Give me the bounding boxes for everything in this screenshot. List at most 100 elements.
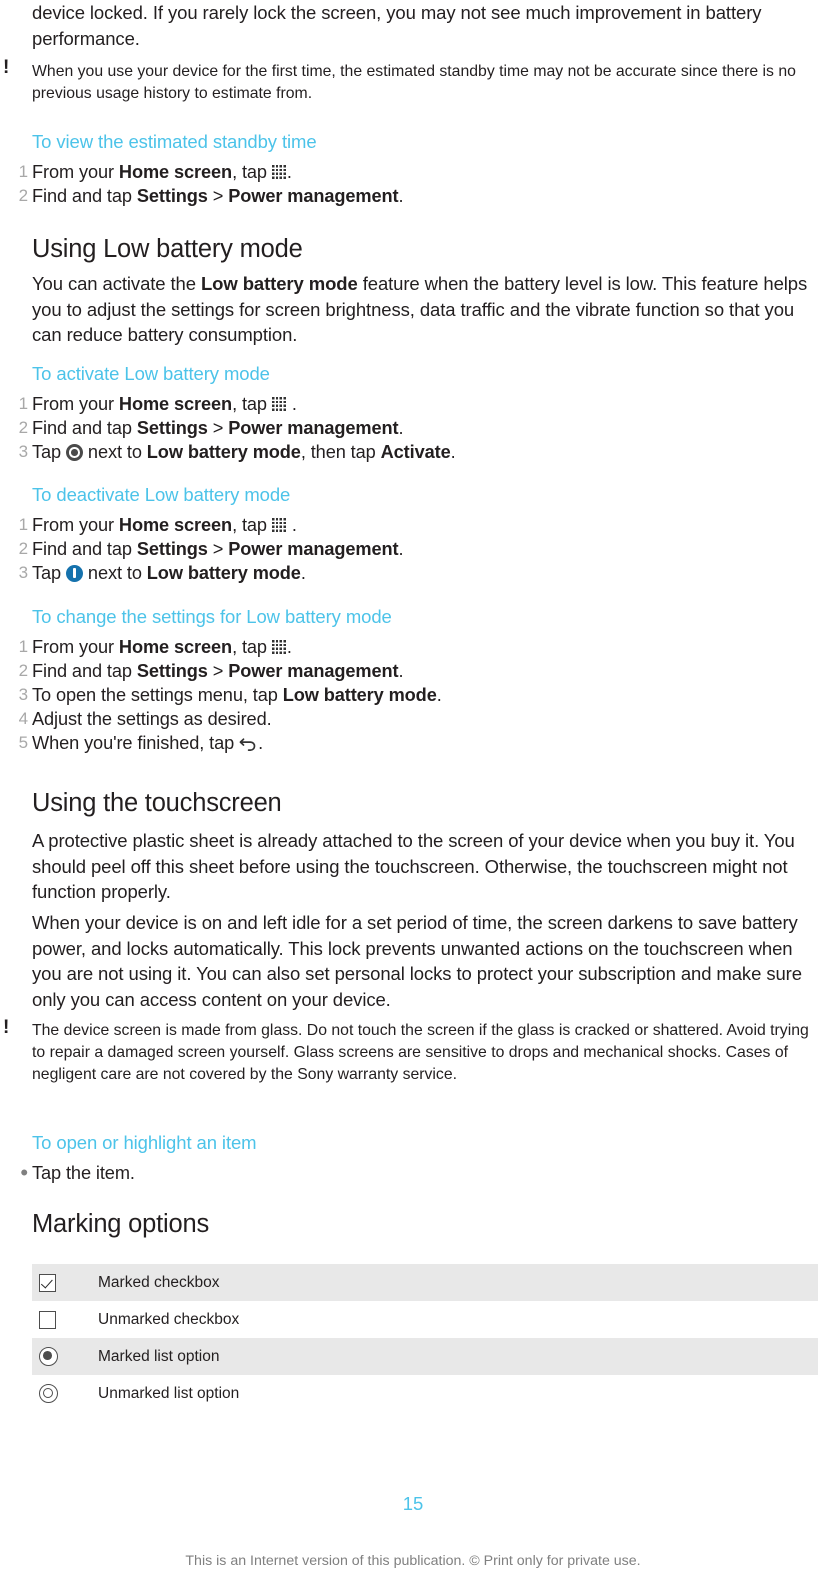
step-text: Find and tap [32, 186, 137, 206]
step-text: From your [32, 394, 119, 414]
table-cell-icon [32, 1273, 98, 1292]
step-emphasis: Settings [136, 418, 208, 438]
step-text: To open the settings menu, tap [32, 685, 283, 705]
procedure-step: 2 Find and tap Settings > Power manageme… [19, 537, 818, 562]
step-emphasis-2: Power management [228, 418, 399, 438]
step-text-mid: > [207, 186, 229, 206]
procedure-step: 3 Tap next to Low battery mode. [19, 561, 818, 586]
step-text: Adjust the settings as desired. [32, 709, 272, 729]
step-text: When you're finished, tap [32, 733, 240, 753]
note-glass-warning: The device screen is made from glass. Do… [32, 1020, 816, 1086]
step-text-post: . [286, 162, 292, 182]
table-cell-icon [32, 1310, 98, 1329]
step-text-post: . [398, 661, 404, 681]
step-text-post: . [286, 515, 297, 535]
paragraph-text-pre: You can activate the [32, 273, 201, 294]
table-cell-icon [32, 1347, 98, 1366]
step-number: 1 [18, 394, 28, 413]
step-number: 4 [18, 709, 28, 728]
procedure-title-deactivate: To deactivate Low battery mode [32, 484, 291, 505]
step-emphasis-2: Power management [228, 186, 399, 206]
table-cell-label: Marked list option [98, 1348, 220, 1365]
step-emphasis: Home screen [118, 515, 233, 535]
footer-copyright-note: This is an Internet version of this publ… [185, 1553, 641, 1569]
step-text: From your [32, 637, 119, 657]
exclamation-icon-glyph: ! [3, 57, 10, 78]
procedure-title-view-standby: To view the estimated standby time [32, 131, 317, 152]
procedure-step: 2 Find and tap Settings > Power manageme… [19, 659, 818, 684]
step-emphasis: Settings [136, 539, 208, 559]
step-text-post: . [258, 733, 264, 753]
step-text: Tap [32, 563, 66, 583]
step-emphasis: Low battery mode [146, 442, 301, 462]
step-text-mid: , tap [232, 515, 272, 535]
procedure-step: 1 From your Home screen, tap . [19, 392, 818, 417]
procedure-step: • Tap the item. [20, 1161, 818, 1186]
step-text-post: . [398, 418, 404, 438]
step-emphasis: Settings [136, 186, 208, 206]
step-text-mid: next to [82, 563, 147, 583]
document-page: device locked. If you rarely lock the sc… [0, 0, 826, 1590]
note-standby-text: When you use your device for the first t… [32, 63, 796, 102]
step-text-mid: > [207, 539, 229, 559]
step-text-mid: > [207, 418, 229, 438]
radio-unmarked-icon [39, 1384, 58, 1403]
procedure-step: 5 When you're finished, tap . [19, 731, 818, 756]
step-number: 2 [18, 186, 28, 205]
table-row: Marked list option [32, 1338, 818, 1375]
step-text: Tap the item. [32, 1163, 135, 1183]
app-drawer-icon [271, 518, 287, 533]
step-text-mid: , tap [232, 394, 272, 414]
procedure-step: 3 Tap next to Low battery mode, then tap… [19, 440, 818, 465]
bullet-icon: • [20, 1160, 28, 1185]
table-cell-label: Marked checkbox [98, 1274, 220, 1291]
table-cell-label: Unmarked list option [98, 1385, 240, 1402]
table-cell-icon [32, 1384, 98, 1403]
step-text-post: . [398, 186, 404, 206]
step-text-post: . [450, 442, 456, 462]
section-paragraph-touchscreen-1: A protective plastic sheet is already at… [32, 830, 795, 902]
app-drawer-icon [271, 640, 287, 655]
step-text: From your [32, 515, 119, 535]
radio-marked-icon [39, 1347, 58, 1366]
step-emphasis: Low battery mode [146, 563, 301, 583]
step-emphasis-2: Activate [380, 442, 451, 462]
table-cell-label: Unmarked checkbox [98, 1311, 240, 1328]
step-number: 3 [18, 563, 28, 582]
step-number: 2 [18, 418, 28, 437]
step-number: 5 [18, 733, 28, 752]
step-number: 2 [18, 661, 28, 680]
table-row: Unmarked checkbox [32, 1301, 818, 1338]
exclamation-icon-glyph: ! [3, 1017, 10, 1038]
step-text: Tap [32, 442, 66, 462]
step-text-mid: , tap [232, 162, 272, 182]
step-text-post: . [436, 685, 442, 705]
step-text-post: . [398, 539, 404, 559]
procedure-step: 1 From your Home screen, tap . [19, 635, 818, 660]
note-glass-text: The device screen is made from glass. Do… [32, 1022, 809, 1083]
step-text-mid-2: , then tap [300, 442, 381, 462]
step-number: 1 [18, 162, 28, 181]
procedure-step: 1 From your Home screen, tap . [19, 160, 818, 185]
section-title-touchscreen: Using the touchscreen [32, 789, 282, 817]
section-title-low-battery: Using Low battery mode [32, 235, 303, 263]
table-row: Unmarked list option [32, 1375, 818, 1412]
step-text-mid: next to [82, 442, 147, 462]
paragraph-emphasis: Low battery mode [200, 273, 358, 294]
procedure-step: 4 Adjust the settings as desired. [19, 707, 818, 732]
step-number: 1 [18, 515, 28, 534]
step-emphasis: Home screen [118, 637, 233, 657]
step-emphasis-2: Power management [228, 539, 399, 559]
power-on-icon [65, 565, 83, 582]
section-paragraph-low-battery: You can activate the Low battery mode fe… [32, 271, 818, 348]
procedure-title-activate: To activate Low battery mode [32, 363, 270, 384]
top-paragraph: device locked. If you rarely lock the sc… [32, 0, 818, 51]
step-emphasis: Settings [136, 661, 208, 681]
step-text-post: . [286, 637, 292, 657]
step-text-post: . [286, 394, 297, 414]
step-text: From your [32, 162, 119, 182]
step-number: 2 [18, 539, 28, 558]
page-number: 15 [402, 1493, 424, 1514]
procedure-step: 2 Find and tap Settings > Power manageme… [19, 184, 818, 209]
back-arrow-icon [239, 734, 258, 751]
